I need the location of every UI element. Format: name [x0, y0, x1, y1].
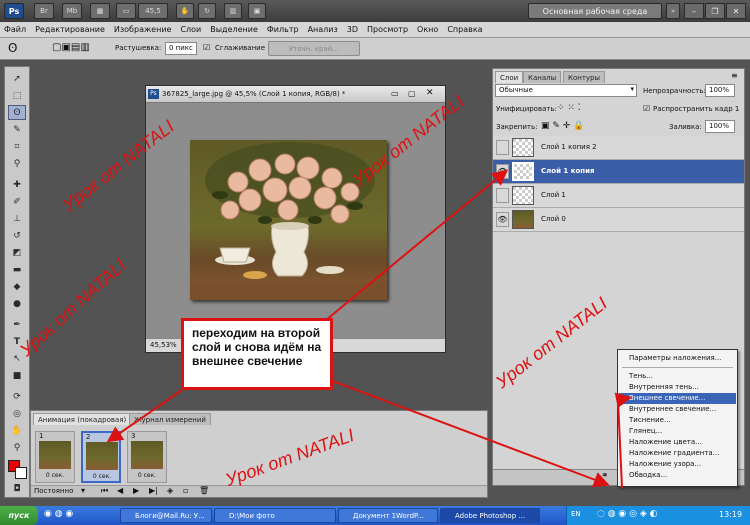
quicklaunch-icons[interactable]: ◉ ◍ ◉	[44, 509, 73, 519]
start-button[interactable]: пуск	[0, 506, 38, 525]
taskbar-item-photoshop[interactable]: Adobe Photoshop ...	[440, 508, 540, 523]
clock: 13:19	[719, 510, 743, 519]
arrow-to-outer-glow	[614, 392, 632, 409]
system-tray: EN ◌ ◍ ◉ ◎ ◈ ◐ 13:19	[566, 506, 750, 525]
taskbar-item-word[interactable]: Документ 1WordP...	[338, 508, 438, 523]
arrow-to-layer	[319, 169, 509, 326]
instruction-callout: переходим на второй слой и снова идём на…	[181, 318, 333, 390]
arrow-up-to-menu	[617, 399, 623, 489]
arrow-to-fx	[329, 379, 610, 488]
arrow-to-frame	[106, 389, 183, 443]
annotation-arrows	[106, 169, 632, 489]
taskbar-item-mail[interactable]: Блоги@Mail.Ru: У...	[120, 508, 212, 523]
windows-taskbar: пуск ◉ ◍ ◉ Блоги@Mail.Ru: У... D:\Мои фо…	[0, 506, 750, 525]
taskbar-item-folder[interactable]: D:\Мои фото	[214, 508, 336, 523]
language-indicator[interactable]: EN	[571, 510, 581, 518]
tray-icons[interactable]: ◌ ◍ ◉ ◎ ◈ ◐	[597, 509, 658, 519]
